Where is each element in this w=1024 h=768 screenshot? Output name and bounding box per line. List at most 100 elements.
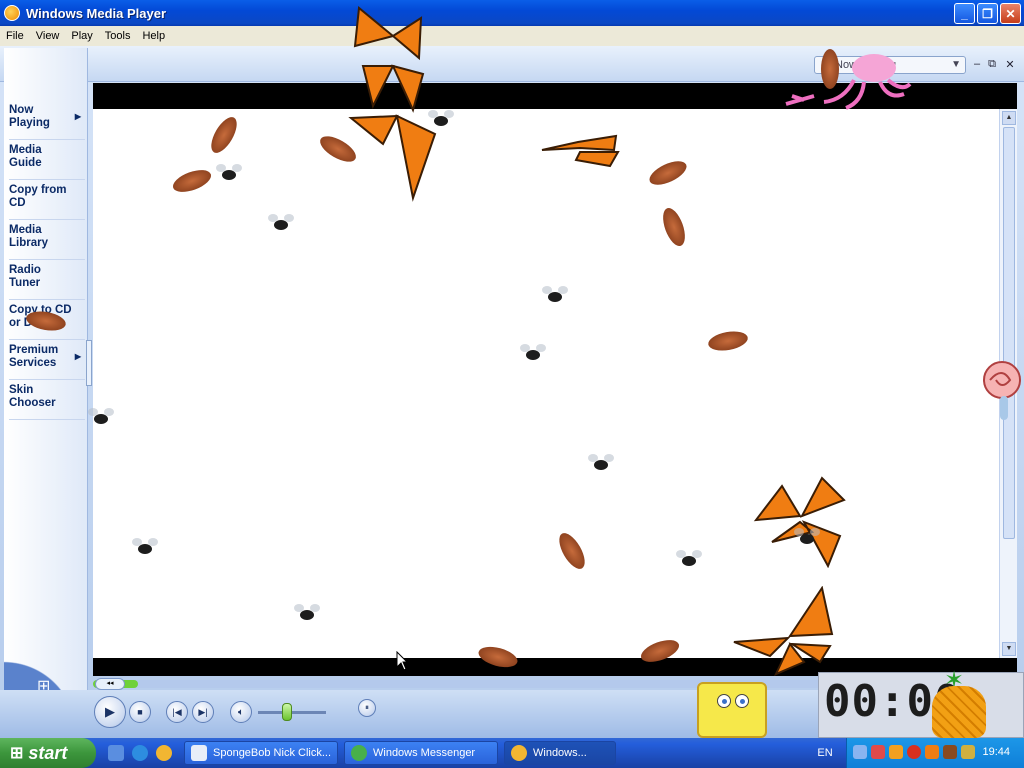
butterfly-icon[interactable] bbox=[925, 745, 939, 759]
speaker-icon: 🔈︎ bbox=[238, 706, 244, 718]
mouse-cursor-icon bbox=[396, 651, 408, 671]
volume-knob[interactable] bbox=[282, 703, 293, 721]
language-indicator[interactable]: EN bbox=[806, 738, 844, 768]
eye-icon bbox=[735, 694, 749, 708]
sidebar-item-premium-services[interactable]: Premium Services ▶ bbox=[9, 340, 85, 380]
tray-app-icon[interactable] bbox=[871, 745, 885, 759]
task-label: Windows... bbox=[533, 747, 587, 759]
media-player-icon bbox=[511, 745, 527, 761]
eye-icon bbox=[717, 694, 731, 708]
sidebar-item-label: Skin Chooser bbox=[9, 384, 56, 409]
sidebar-item-media-guide[interactable]: Media Guide bbox=[9, 140, 85, 180]
menu-tools[interactable]: Tools bbox=[99, 30, 137, 42]
window-controls: _ ❐ ✕ bbox=[954, 3, 1021, 24]
mute-button[interactable]: 🔈︎ bbox=[230, 701, 252, 723]
taskbar: ⊞ start SpongeBob Nick Click... Windows … bbox=[0, 738, 1024, 768]
chevron-right-icon: ▶ bbox=[74, 112, 81, 121]
maximize-button[interactable]: ❐ bbox=[977, 3, 998, 24]
minimize-button[interactable]: _ bbox=[954, 3, 975, 24]
sidebar-item-label: Premium Services bbox=[9, 344, 59, 369]
sidebar-item-label: Media Library bbox=[9, 224, 48, 249]
menu-bar: File View Play Tools Help bbox=[0, 26, 1024, 46]
scroll-thumb[interactable] bbox=[1003, 127, 1015, 539]
task-spongebob[interactable]: SpongeBob Nick Click... bbox=[184, 741, 338, 765]
menu-file[interactable]: File bbox=[0, 30, 30, 42]
jellyfish-icon bbox=[785, 54, 912, 110]
butterfly-icon bbox=[733, 586, 834, 676]
previous-button[interactable]: |◀ bbox=[166, 701, 188, 723]
windows-flag-icon: ⊞ bbox=[10, 745, 24, 762]
sidebar-item-label: Now Playing bbox=[9, 104, 50, 129]
sidebar-item-radio-tuner[interactable]: Radio Tuner bbox=[9, 260, 85, 300]
sidebar-item-copy-from-cd[interactable]: Copy from CD bbox=[9, 180, 85, 220]
task-label: Windows Messenger bbox=[373, 747, 476, 759]
fly-icon bbox=[542, 286, 568, 302]
sidebar-item-skin-chooser[interactable]: Skin Chooser bbox=[9, 380, 85, 420]
scroll-up-icon[interactable]: ▲ bbox=[1002, 111, 1016, 125]
sidebar-item-now-playing[interactable]: Now Playing ▶ bbox=[9, 100, 85, 140]
system-tray: 19:44 bbox=[846, 738, 1024, 768]
task-label: SpongeBob Nick Click... bbox=[213, 747, 331, 759]
pineapple-house-icon bbox=[932, 686, 986, 738]
fly-icon bbox=[520, 344, 546, 360]
taskbar-sidebar: Now Playing ▶ Media Guide Copy from CD M… bbox=[4, 48, 88, 738]
butterfly-icon bbox=[348, 6, 437, 202]
stop-button[interactable]: ■ bbox=[129, 701, 151, 723]
internet-explorer-icon[interactable] bbox=[132, 745, 148, 761]
cockroach-icon[interactable] bbox=[943, 745, 957, 759]
scroll-down-icon[interactable]: ▼ bbox=[1002, 642, 1016, 656]
sidebar-collapse-handle[interactable] bbox=[86, 340, 92, 386]
security-icon[interactable] bbox=[889, 745, 903, 759]
fly-icon bbox=[132, 538, 158, 554]
menu-help[interactable]: Help bbox=[136, 30, 171, 42]
start-label: start bbox=[28, 742, 68, 763]
play-button[interactable]: ▶ bbox=[94, 696, 126, 728]
chevron-right-icon: ▶ bbox=[74, 352, 81, 361]
mini-close-button[interactable]: ✕ bbox=[1003, 58, 1017, 71]
equalizer-icon: ⏸︎ bbox=[365, 703, 369, 712]
media-player-icon[interactable] bbox=[156, 745, 172, 761]
sidebar-item-label: Radio Tuner bbox=[9, 264, 41, 289]
next-icon: ▶| bbox=[198, 706, 208, 717]
fly-icon bbox=[88, 408, 114, 424]
tray-app-icon[interactable] bbox=[961, 745, 975, 759]
previous-icon: |◀ bbox=[172, 706, 182, 717]
tray-app-icon[interactable] bbox=[907, 745, 921, 759]
fly-icon bbox=[588, 454, 614, 470]
menu-view[interactable]: View bbox=[30, 30, 66, 42]
window-title: Windows Media Player bbox=[26, 5, 167, 21]
fly-icon bbox=[794, 528, 820, 544]
title-bar: Windows Media Player _ ❐ ✕ bbox=[0, 0, 1024, 26]
fly-icon bbox=[294, 604, 320, 620]
video-canvas[interactable] bbox=[93, 109, 999, 658]
close-button[interactable]: ✕ bbox=[1000, 3, 1021, 24]
sidebar-item-media-library[interactable]: Media Library bbox=[9, 220, 85, 260]
task-messenger[interactable]: Windows Messenger bbox=[344, 741, 498, 765]
mini-minimize-button[interactable]: – bbox=[970, 58, 984, 70]
butterfly-icon bbox=[753, 476, 846, 568]
chevron-down-icon: ▼ bbox=[951, 59, 961, 70]
network-icon[interactable] bbox=[853, 745, 867, 759]
taskbar-clock[interactable]: 19:44 bbox=[982, 746, 1010, 758]
spongebob-toy bbox=[697, 682, 767, 738]
butterfly-icon bbox=[541, 134, 620, 168]
media-player-icon bbox=[4, 5, 20, 21]
sidebar-item-label: Copy from CD bbox=[9, 184, 67, 209]
start-button[interactable]: ⊞ start bbox=[0, 738, 96, 768]
next-button[interactable]: ▶| bbox=[192, 701, 214, 723]
menu-play[interactable]: Play bbox=[65, 30, 98, 42]
fly-icon bbox=[216, 164, 242, 180]
mini-restore-button[interactable]: ⧉ bbox=[985, 58, 999, 71]
snail-icon bbox=[983, 361, 1021, 420]
desktop-icon[interactable] bbox=[108, 745, 124, 761]
messenger-icon bbox=[351, 745, 367, 761]
task-media-player[interactable]: Windows... bbox=[504, 741, 616, 765]
sidebar-item-label: Media Guide bbox=[9, 144, 42, 169]
stop-icon: ■ bbox=[137, 707, 143, 717]
window-icon bbox=[191, 745, 207, 761]
seek-back-button[interactable]: ◂◂ bbox=[95, 678, 125, 690]
fly-icon bbox=[268, 214, 294, 230]
equalizer-button[interactable]: ⏸︎ bbox=[358, 699, 376, 717]
fly-icon bbox=[676, 550, 702, 566]
play-icon: ▶ bbox=[105, 704, 115, 719]
